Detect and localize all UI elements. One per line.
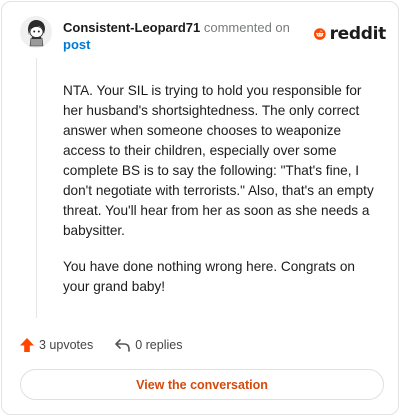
- upvote-count: 3 upvotes: [39, 338, 94, 352]
- user-avatar[interactable]: [20, 16, 52, 48]
- reddit-snoo-icon: [314, 28, 326, 40]
- reply-action[interactable]: 0 replies: [114, 337, 182, 353]
- reply-count: 0 replies: [135, 338, 183, 352]
- comment-header: Consistent-Leopard71 commented on post: [63, 19, 303, 53]
- comment-paragraph-2: You have done nothing wrong here. Congra…: [63, 259, 355, 294]
- thread-line: [36, 58, 37, 318]
- comment-body: NTA. Your SIL is trying to hold you resp…: [63, 81, 381, 297]
- comment-paragraph-1: NTA. Your SIL is trying to hold you resp…: [63, 83, 374, 238]
- avatar-snoo-icon: [20, 16, 52, 48]
- post-link[interactable]: post: [63, 36, 303, 53]
- comment-card: Consistent-Leopard71 commented on post r…: [1, 1, 399, 415]
- reddit-wordmark: reddit: [329, 24, 387, 44]
- view-conversation-button[interactable]: View the conversation: [20, 369, 384, 400]
- upvote-action[interactable]: 3 upvotes: [19, 337, 93, 353]
- reddit-logo[interactable]: reddit: [314, 21, 386, 47]
- upvote-arrow-icon: [20, 338, 34, 352]
- comment-actions: 3 upvotes 0 replies: [19, 336, 203, 354]
- reply-arrow-icon: [115, 339, 131, 352]
- username[interactable]: Consistent-Leopard71: [63, 20, 200, 35]
- commented-on-text: commented on: [203, 20, 290, 35]
